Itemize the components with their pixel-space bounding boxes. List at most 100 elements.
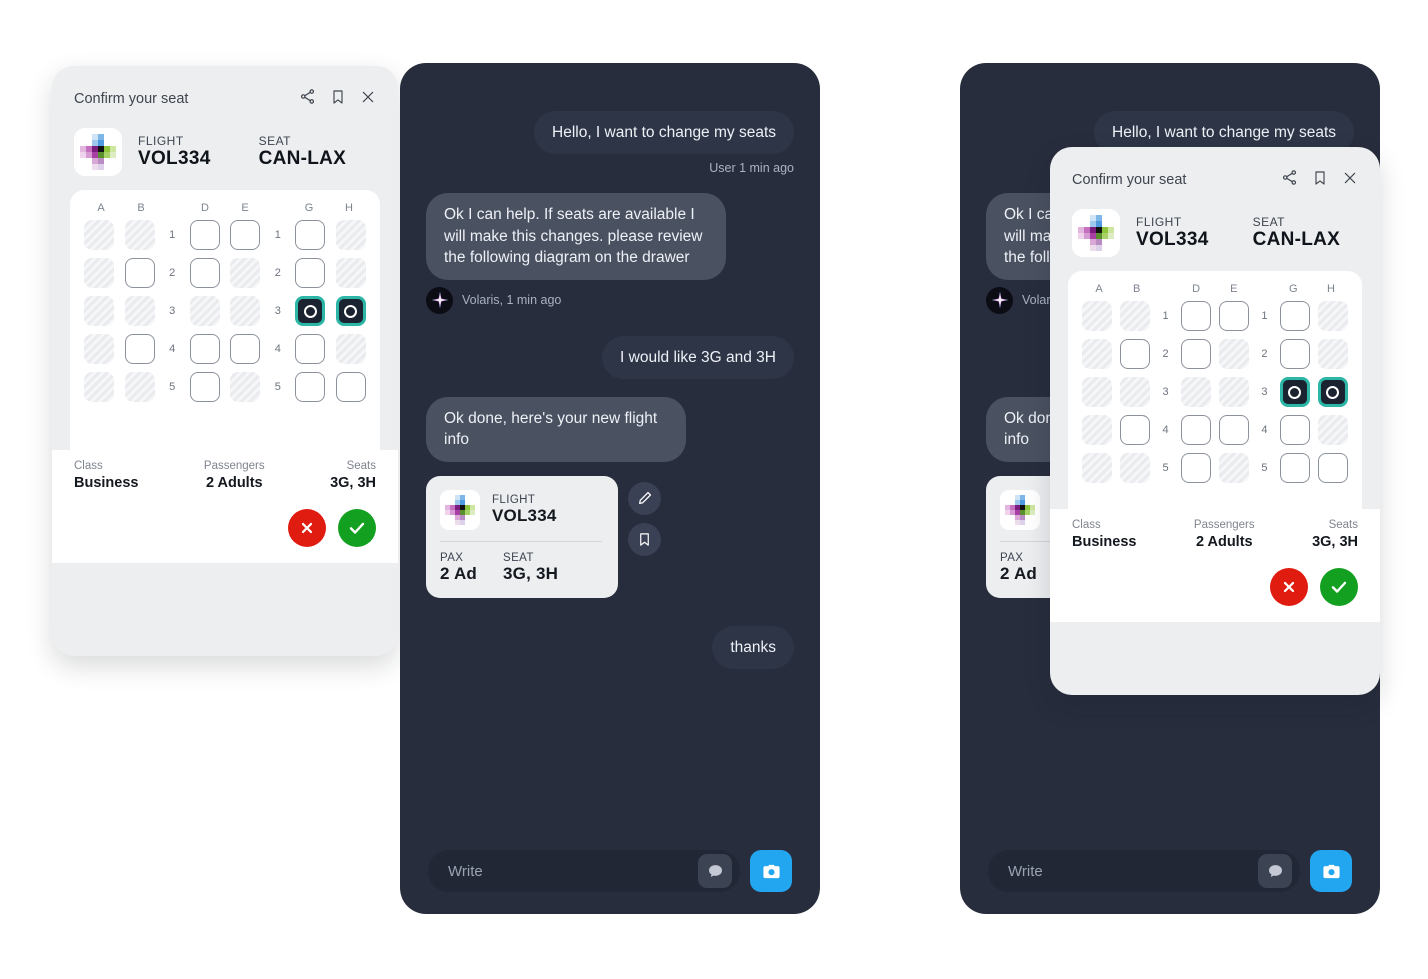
seat-4E[interactable] xyxy=(230,334,261,364)
row-number: 4 xyxy=(1162,424,1169,436)
row-number: 2 xyxy=(1162,348,1169,360)
avatar xyxy=(426,286,453,314)
seat-rows: 1122334455 xyxy=(84,220,366,402)
chat-flight-card-wrap: FLIGHT VOL334 PAX 2 Ad SEAT 3G, 3H xyxy=(400,475,820,598)
seat-1G[interactable] xyxy=(1279,301,1310,331)
seat-5H[interactable] xyxy=(335,372,366,402)
seat-confirmation-card-panel3[interactable]: Confirm your seat FLIGHT VOL334 SEAT CAN… xyxy=(1050,147,1380,695)
seat-map[interactable]: A B D E G H 1122334455 xyxy=(70,190,380,450)
passengers-value: 2 Adults xyxy=(1195,534,1253,550)
chat-input-bar-3[interactable]: Write xyxy=(960,850,1380,892)
seat-2D[interactable] xyxy=(1180,339,1211,369)
share-icon[interactable] xyxy=(299,88,316,110)
flight-summary: FLIGHT VOL334 SEAT CAN-LAX xyxy=(52,110,398,190)
seat-5H[interactable] xyxy=(1317,453,1348,483)
seat-2B[interactable] xyxy=(1120,339,1151,369)
chat-flight-value: VOL334 xyxy=(492,505,557,525)
chat-message-meta: User 1 min ago xyxy=(709,161,794,176)
col-A: A xyxy=(97,202,105,214)
flight-value: VOL334 xyxy=(1136,229,1209,250)
seat-2G[interactable] xyxy=(295,258,326,288)
seat-1D[interactable] xyxy=(189,220,220,250)
seat-card-footer: Class Business Passengers 2 Adults Seats… xyxy=(52,450,398,563)
cancel-x-icon[interactable] xyxy=(288,509,326,547)
cancel-x-icon[interactable] xyxy=(1270,568,1308,606)
chat-input-field-2[interactable]: Write xyxy=(428,850,740,892)
footer-actions xyxy=(1072,568,1358,606)
seat-3G[interactable] xyxy=(295,296,326,326)
chat-pax-field: PAX 2 Ad xyxy=(440,552,477,584)
seat-5G[interactable] xyxy=(1279,453,1310,483)
share-icon[interactable] xyxy=(1281,169,1298,191)
seat-4D[interactable] xyxy=(189,334,220,364)
class-value: Business xyxy=(74,475,139,491)
seat-5D[interactable] xyxy=(189,372,220,402)
bookmark-icon[interactable] xyxy=(1312,170,1328,191)
volaris-pixel-cross-logo xyxy=(74,128,122,176)
chat-pax-value: 2 Ad xyxy=(1000,563,1038,583)
chat-flight-card[interactable]: FLIGHT VOL334 PAX 2 Ad SEAT 3G, 3H xyxy=(426,475,618,598)
chat-flight-field: FLIGHT VOL334 xyxy=(492,494,557,526)
seat-1D[interactable] xyxy=(1180,301,1211,331)
seat-1A xyxy=(84,220,114,250)
seat-3H[interactable] xyxy=(335,296,366,326)
avatar xyxy=(986,286,1013,314)
seat-2G[interactable] xyxy=(1279,339,1310,369)
row-number: 1 xyxy=(169,229,176,241)
seat-2E xyxy=(1219,339,1250,369)
chat-bubble-icon[interactable] xyxy=(1258,854,1292,888)
bookmark-icon[interactable] xyxy=(628,522,661,556)
seat-4B[interactable] xyxy=(1120,415,1151,445)
seat-confirmation-card-panel1[interactable]: Confirm your seat FLIGHT VOL334 SEAT CAN… xyxy=(52,66,398,656)
seat-2D[interactable] xyxy=(189,258,220,288)
chat-message-row: Ok I can help. If seats are available I … xyxy=(400,193,820,280)
seat-2B[interactable] xyxy=(124,258,155,288)
edit-pencil-icon[interactable] xyxy=(628,481,661,515)
chat-message-row: Hello, I want to change my seats xyxy=(400,111,820,155)
col-E: E xyxy=(1230,283,1238,295)
seat-4E[interactable] xyxy=(1219,415,1250,445)
seat-1G[interactable] xyxy=(295,220,326,250)
close-icon[interactable] xyxy=(360,89,376,110)
seat-1E[interactable] xyxy=(230,220,261,250)
seat-3B xyxy=(1120,377,1151,407)
chat-input-field-3[interactable]: Write xyxy=(988,850,1300,892)
seat-3H[interactable] xyxy=(1317,377,1348,407)
page-title: Confirm your seat xyxy=(74,91,189,107)
chat-bubble-icon[interactable] xyxy=(698,854,732,888)
chat-thread-2: Hello, I want to change my seats User 1 m… xyxy=(400,63,820,669)
seat-4G[interactable] xyxy=(295,334,326,364)
confirm-check-icon[interactable] xyxy=(1320,568,1358,606)
chat-message-row: I would like 3G and 3H xyxy=(400,335,820,379)
class-field: Class Business xyxy=(74,460,138,491)
seat-5D[interactable] xyxy=(1180,453,1211,483)
row-number: 5 xyxy=(169,381,176,393)
seat-4B[interactable] xyxy=(124,334,155,364)
bookmark-icon[interactable] xyxy=(330,89,346,110)
confirm-check-icon[interactable] xyxy=(338,509,376,547)
chat-bubble-user: Hello, I want to change my seats xyxy=(534,111,794,155)
seat-4D[interactable] xyxy=(1180,415,1211,445)
seat-3G[interactable] xyxy=(1279,377,1310,407)
volaris-pixel-cross-logo xyxy=(1000,489,1040,530)
close-icon[interactable] xyxy=(1342,170,1358,191)
seat-map[interactable]: A B D E G H 1122334455 xyxy=(1068,271,1362,509)
row-number: 5 xyxy=(1261,462,1268,474)
chat-seat-value: 3G, 3H xyxy=(503,563,559,583)
seat-4G[interactable] xyxy=(1279,415,1310,445)
seat-5B xyxy=(1120,453,1151,483)
chat-bubble-bot: Ok I can help. If seats are available I … xyxy=(426,193,726,280)
class-label: Class xyxy=(1072,519,1101,531)
chat-input-bar-2[interactable]: Write xyxy=(400,850,820,892)
screenshot-root: Confirm your seat FLIGHT VOL334 SEAT CAN… xyxy=(0,0,1428,979)
seat-5G[interactable] xyxy=(295,372,326,402)
camera-icon[interactable] xyxy=(750,850,792,892)
seat-1E[interactable] xyxy=(1219,301,1250,331)
seat-3B xyxy=(124,296,155,326)
seat-5E xyxy=(230,372,261,402)
camera-icon[interactable] xyxy=(1310,850,1352,892)
chat-panel-2[interactable]: Hello, I want to change my seats User 1 m… xyxy=(400,63,820,914)
seat-2H xyxy=(335,258,366,288)
footer-actions xyxy=(74,509,376,547)
chat-pax-field: PAX 2 Ad xyxy=(1000,552,1037,584)
